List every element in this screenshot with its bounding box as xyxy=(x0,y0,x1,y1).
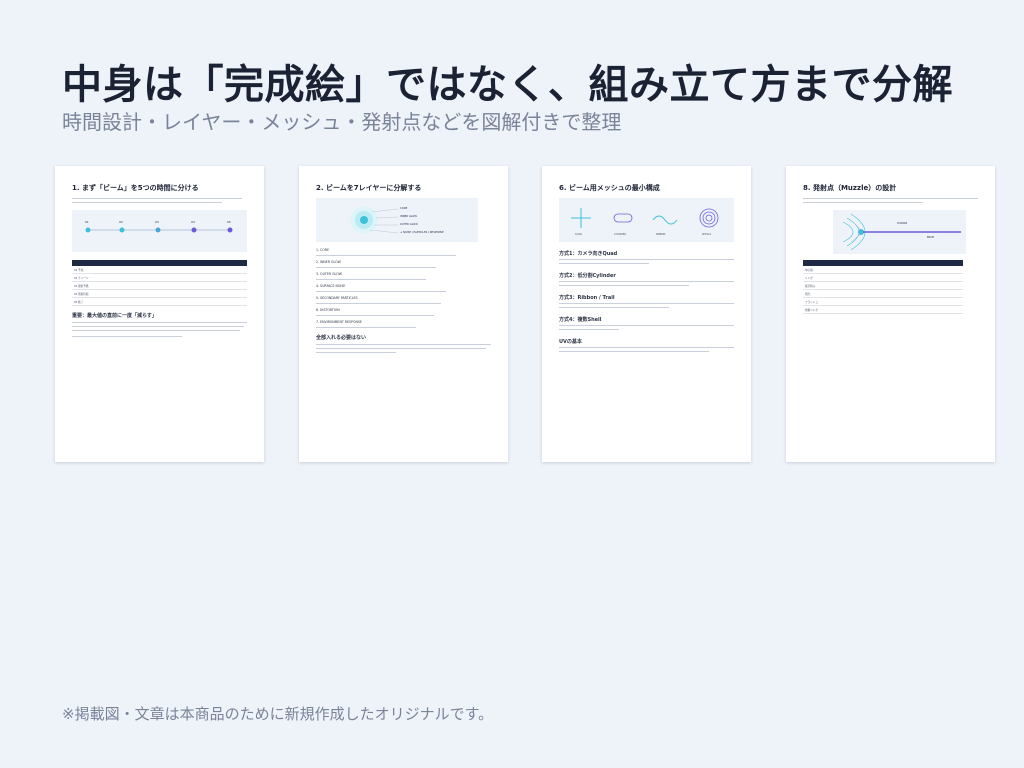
body-text-line xyxy=(316,348,486,350)
layer-item: 7. ENVIRONMENT RESPONSE xyxy=(316,320,362,324)
table-row: 05 終了 xyxy=(72,297,247,306)
layer-item: 3. OUTER GLOW xyxy=(316,272,342,276)
muzzle-diagram: CHARGE BEAM xyxy=(833,210,966,254)
timeline-label: 04 xyxy=(191,220,195,224)
timeline-label: 01 xyxy=(85,220,89,224)
body-text-line xyxy=(316,315,434,317)
body-text-line xyxy=(72,326,244,328)
diagram-label: INNER GLOW xyxy=(400,215,417,218)
layer-item: 4. SURFACE NOISE xyxy=(316,284,346,288)
layer-item: 1. CORE xyxy=(316,248,330,252)
timeline-label: 03 xyxy=(155,220,159,224)
table-row: リング xyxy=(803,273,963,282)
mesh-section-heading: 方式3：Ribbon / Trail xyxy=(559,295,615,301)
body-text-line xyxy=(559,325,734,327)
phase-table: 01 予兆 02 チャージ 03 発射予備 04 照射持続 05 終了 xyxy=(72,260,247,306)
table-row: フラッシュ xyxy=(803,297,963,306)
body-text-line xyxy=(316,291,446,293)
timeline-label: 02 xyxy=(119,220,123,224)
document-page-1: 1. まず「ビーム」を5つの時間に分ける 01 02 03 04 05 01 予… xyxy=(55,166,264,462)
page-1-title: 1. まず「ビーム」を5つの時間に分ける xyxy=(72,184,199,192)
table-row: 04 照射持続 xyxy=(72,289,247,298)
timeline-figure: 01 02 03 04 05 xyxy=(72,210,247,252)
timeline-label: 05 xyxy=(227,220,231,224)
layer-item: 6. DISTORTION xyxy=(316,308,340,312)
body-text-line xyxy=(559,281,734,283)
page-1-subheading: 重要：最大値の直前に一度「減らす」 xyxy=(72,313,157,319)
document-page-3: 6. ビーム用メッシュの最小構成 QUAD CYLINDER RIBBON SH… xyxy=(542,166,751,462)
page-title: 中身は「完成絵」ではなく、組み立て方まで分解 xyxy=(62,62,953,108)
table-row: 03 発射予備 xyxy=(72,281,247,290)
body-text-line xyxy=(316,327,416,329)
body-text-line xyxy=(316,303,441,305)
table-row: 02 チャージ xyxy=(72,273,247,282)
diagram-label: CORE xyxy=(400,207,408,210)
mesh-label: SHELLS xyxy=(702,233,712,236)
mesh-diagram: QUAD CYLINDER RIBBON SHELLS xyxy=(559,198,734,242)
body-text-line xyxy=(559,329,619,331)
body-text-line xyxy=(559,351,709,353)
mesh-label: QUAD xyxy=(575,233,583,236)
layer-item: 2. INNER GLOW xyxy=(316,260,341,264)
mesh-label: RIBBON xyxy=(656,233,666,236)
mesh-label: CYLINDER xyxy=(614,233,626,236)
page-subtitle: 時間設計・レイヤー・メッシュ・発射点などを図解付きで整理 xyxy=(62,110,622,134)
page-4-title: 8. 発射点（Muzzle）の設計 xyxy=(803,184,897,192)
document-page-4: 8. 発射点（Muzzle）の設計 CHARGE BEAM 中心球 リング 吸引… xyxy=(786,166,995,462)
body-text-line xyxy=(316,279,426,281)
body-text-line xyxy=(316,344,491,346)
page-2-subheading: 全部入れる必要はない xyxy=(316,335,367,341)
diagram-label: OUTER GLOW xyxy=(400,223,418,226)
layer-item: 5. SECONDARY PARTICLES xyxy=(316,296,358,300)
body-text-line xyxy=(72,322,247,324)
body-text-line xyxy=(559,263,649,265)
page-2-title: 2. ビームを7レイヤーに分解する xyxy=(316,184,422,192)
mesh-section-heading: 方式1：カメラ向きQuad xyxy=(559,251,618,257)
table-row: 吸引粒子 xyxy=(803,281,963,290)
body-text-line xyxy=(316,255,456,257)
footer-note: ※掲載図・文章は本商品のために新規作成したオリジナルです。 xyxy=(62,705,494,723)
body-text-line xyxy=(559,347,734,349)
body-text-line xyxy=(316,352,396,354)
mesh-section-heading: UVの基本 xyxy=(559,339,582,345)
body-text-line xyxy=(316,267,436,269)
body-text-line xyxy=(72,198,242,200)
table-row: 01 予兆 xyxy=(72,266,247,274)
muzzle-table: 中心球 リング 吸引粒子 閃光 フラッシュ 衝撃リング xyxy=(803,260,963,314)
diagram-label: CHARGE xyxy=(897,222,908,225)
body-text-line xyxy=(559,259,734,261)
table-row: 衝撃リング xyxy=(803,305,963,314)
body-text-line xyxy=(803,202,923,204)
mesh-section-heading: 方式4：複数Shell xyxy=(559,317,602,323)
body-text-line xyxy=(803,198,978,200)
body-text-line xyxy=(72,202,222,204)
body-text-line xyxy=(559,303,734,305)
diagram-label: + NOISE / PARTICLES / RESPONSE xyxy=(400,231,444,234)
body-text-line xyxy=(559,307,669,309)
table-row: 閃光 xyxy=(803,289,963,298)
document-page-2: 2. ビームを7レイヤーに分解する CORE INNER GLOW OUTER … xyxy=(299,166,508,462)
diagram-label: BEAM xyxy=(927,236,934,239)
layer-diagram: CORE INNER GLOW OUTER GLOW + NOISE / PAR… xyxy=(316,198,478,242)
body-text-line xyxy=(559,285,689,287)
body-text-line xyxy=(72,336,182,338)
page-3-title: 6. ビーム用メッシュの最小構成 xyxy=(559,184,660,192)
body-text-line xyxy=(72,330,240,332)
table-row: 中心球 xyxy=(803,266,963,274)
mesh-section-heading: 方式2：低分割Cylinder xyxy=(559,273,616,279)
